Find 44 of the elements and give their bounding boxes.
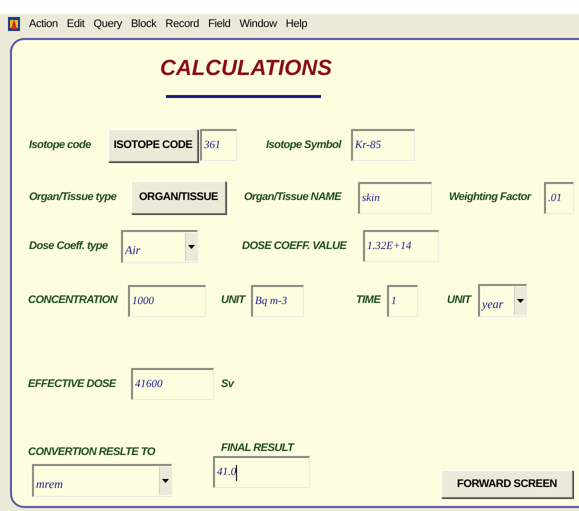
menu-item[interactable]: Query bbox=[94, 16, 122, 32]
caret-icon bbox=[159, 467, 171, 495]
field-label: DOSE COEFF. VALUE bbox=[242, 238, 346, 254]
text-field[interactable]: 1000 bbox=[128, 284, 206, 316]
field-label: CONCENTRATION bbox=[28, 293, 118, 308]
field-label: Dose Coeff. type bbox=[29, 238, 108, 254]
dropdown[interactable]: mrem bbox=[32, 464, 172, 497]
menu-item[interactable]: Edit bbox=[66, 16, 85, 32]
text-field[interactable]: .01 bbox=[544, 182, 574, 214]
text-field[interactable]: 1 bbox=[387, 284, 418, 316]
caret-icon bbox=[185, 232, 197, 260]
menu-item[interactable]: Field bbox=[208, 16, 230, 32]
field-label: EFFECTIVE DOSE bbox=[28, 376, 116, 392]
field-label: UNIT bbox=[221, 293, 245, 308]
text-field[interactable]: 41600 bbox=[131, 368, 214, 400]
field-label: Organ/Tissue NAME bbox=[244, 190, 342, 206]
field-label: UNIT bbox=[447, 293, 471, 308]
action-button[interactable]: FORWARD SCREEN bbox=[441, 470, 573, 498]
field-label: Weighting Factor bbox=[449, 190, 531, 206]
menu-item[interactable]: Window bbox=[239, 16, 277, 32]
text-field[interactable]: 361 bbox=[200, 129, 237, 161]
field-label: FINAL RESULT bbox=[221, 440, 294, 456]
action-button[interactable]: ORGAN/TISSUE bbox=[131, 181, 226, 214]
app-icon bbox=[8, 17, 20, 31]
menu-item[interactable]: Record bbox=[165, 16, 200, 32]
field-label: TIME bbox=[356, 293, 380, 308]
menu-item[interactable]: Help bbox=[286, 16, 308, 32]
dropdown[interactable]: year bbox=[478, 284, 527, 317]
page-title: CALCULATIONS bbox=[160, 57, 332, 79]
action-button[interactable]: ISOTOPE CODE bbox=[108, 128, 198, 162]
text-field[interactable]: Bq m-3 bbox=[251, 284, 304, 316]
field-label: Isotope Symbol bbox=[266, 138, 341, 153]
field-label: Sv bbox=[221, 376, 234, 392]
field-label: CONVERTION RESLTE TO bbox=[28, 444, 155, 460]
field-label: Organ/Tissue type bbox=[29, 190, 116, 206]
menu-item[interactable]: Action bbox=[29, 16, 58, 32]
text-field[interactable]: skin bbox=[358, 182, 432, 214]
text-field[interactable]: Kr-85 bbox=[351, 129, 415, 161]
field-label: Isotope code bbox=[29, 138, 91, 153]
dropdown[interactable]: Air bbox=[121, 230, 198, 262]
menu-item[interactable]: Block bbox=[131, 16, 156, 32]
text-field[interactable]: 1.32E+14 bbox=[363, 230, 439, 262]
caret-icon bbox=[514, 287, 526, 315]
text-field[interactable]: 41.0 bbox=[213, 456, 310, 488]
